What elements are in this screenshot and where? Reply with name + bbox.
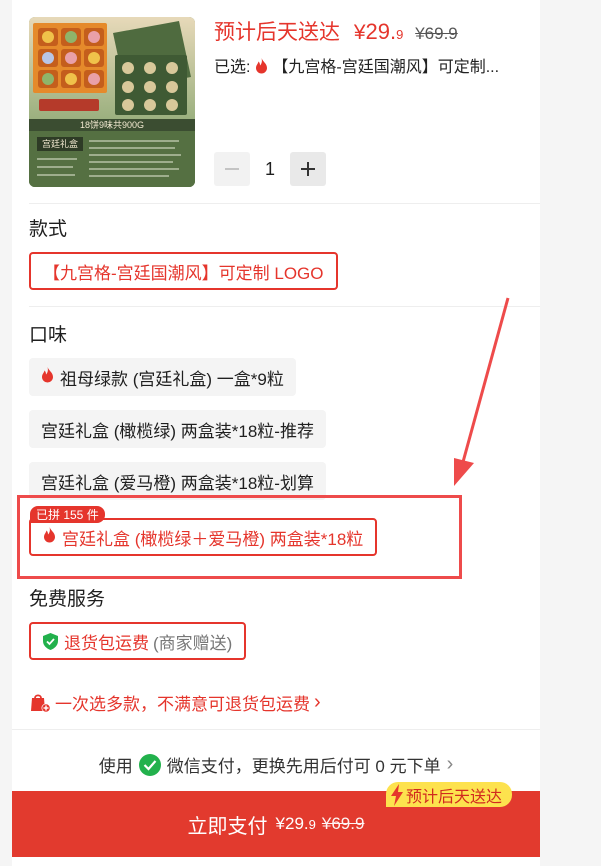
price-line: 预计后天送达 ¥29.9 ¥69.9 bbox=[214, 16, 458, 46]
flavor-option-label: 宫廷礼盒 (爱马橙) 两盒装*18粒-划算 bbox=[41, 473, 314, 493]
flame-icon bbox=[41, 366, 54, 388]
pay-label: 立即支付 bbox=[187, 815, 268, 838]
decrease-button[interactable] bbox=[214, 152, 250, 186]
wechat-pay-icon bbox=[138, 753, 161, 776]
pay-amount: ¥29.9 bbox=[275, 814, 316, 833]
quantity-value[interactable]: 1 bbox=[250, 159, 290, 180]
selected-summary: 已选: 【九宫格-宫廷国潮风】可定制... bbox=[214, 53, 499, 79]
image-caption-band: 18饼9味共900G bbox=[79, 120, 145, 130]
service-main: 退货包运费 bbox=[64, 633, 149, 653]
bag-plus-icon bbox=[29, 693, 51, 713]
selected-label: 已选: bbox=[214, 59, 251, 76]
selected-value: 【九宫格-宫廷国潮风】可定制... bbox=[272, 59, 500, 76]
divider bbox=[29, 306, 540, 307]
flavor-option[interactable]: 祖母绿款 (宫廷礼盒) 一盒*9粒 bbox=[29, 358, 296, 396]
current-price: ¥29.9 bbox=[353, 19, 404, 44]
chevron-right-icon: › bbox=[446, 753, 454, 775]
style-section-title: 款式 bbox=[29, 219, 68, 240]
increase-button[interactable] bbox=[290, 152, 326, 186]
image-box-title: 宫廷礼盒 bbox=[41, 139, 78, 149]
pay-original-price: ¥69.9 bbox=[321, 814, 365, 833]
left-gutter bbox=[0, 0, 12, 866]
flavor-section-title: 口味 bbox=[29, 325, 68, 346]
product-thumbnail[interactable]: 18饼9味共900G 宫廷礼盒 bbox=[29, 17, 195, 187]
delivery-estimate: 预计后天送达 bbox=[214, 21, 340, 44]
style-option-selected[interactable]: 【九宫格-宫廷国潮风】可定制 LOGO bbox=[29, 252, 338, 290]
shield-check-icon bbox=[43, 632, 58, 650]
payment-method-row[interactable]: 使用 微信支付，更换先用后付可 0 元下单 › bbox=[12, 752, 540, 777]
flavor-option-label: 宫廷礼盒 (橄榄绿) 两盒装*18粒-推荐 bbox=[41, 421, 314, 441]
chevron-right-icon: › bbox=[314, 691, 321, 713]
flame-icon bbox=[255, 58, 268, 79]
original-price: ¥69.9 bbox=[415, 24, 458, 43]
annotation-highlight-box bbox=[17, 495, 462, 579]
return-shipping-service[interactable]: 退货包运费 (商家赠送) bbox=[29, 622, 247, 660]
service-section-title: 免费服务 bbox=[29, 589, 106, 610]
service-note: (商家赠送) bbox=[153, 633, 233, 653]
quantity-stepper: 1 bbox=[214, 152, 326, 186]
payment-prefix: 使用 bbox=[98, 757, 133, 776]
flavor-option-label: 祖母绿款 (宫廷礼盒) 一盒*9粒 bbox=[60, 369, 284, 389]
payment-method-text: 微信支付，更换先用后付可 0 元下单 bbox=[166, 757, 441, 776]
sku-selector-sheet: 18饼9味共900G 宫廷礼盒 预计后天送达 ¥29.9 ¥69.9 已选: 【… bbox=[12, 0, 540, 866]
delivery-badge: 预计后天送达 bbox=[386, 782, 513, 807]
promo-link[interactable]: 一次选多款，不满意可退货包运费 › bbox=[29, 690, 321, 715]
minus-icon bbox=[225, 168, 239, 170]
flavor-option[interactable]: 宫廷礼盒 (橄榄绿) 两盒装*18粒-推荐 bbox=[29, 410, 326, 448]
lightning-icon bbox=[390, 783, 404, 806]
divider bbox=[29, 203, 540, 204]
delivery-badge-text: 预计后天送达 bbox=[406, 788, 503, 806]
divider bbox=[12, 729, 540, 730]
plus-icon bbox=[301, 162, 315, 176]
promo-text: 一次选多款，不满意可退货包运费 bbox=[55, 695, 310, 714]
right-gutter bbox=[540, 0, 601, 866]
